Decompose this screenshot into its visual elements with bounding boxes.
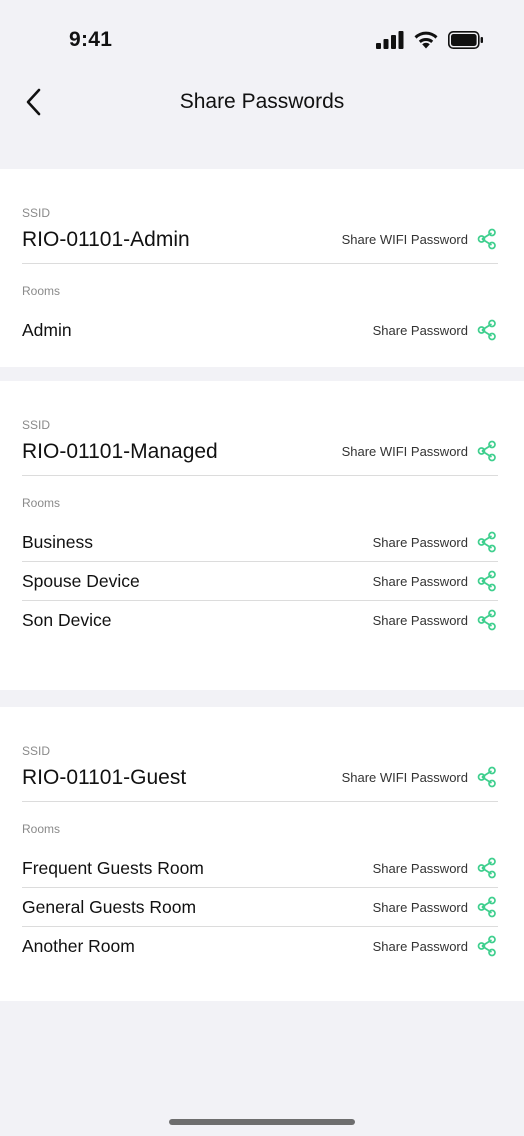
room-name: Business	[22, 532, 94, 552]
nav-bar: Share Passwords	[0, 80, 524, 132]
share-icon	[476, 766, 498, 788]
share-password-button[interactable]: Share Password	[373, 570, 498, 592]
battery-icon	[448, 30, 484, 54]
ssid-label: SSID	[22, 418, 51, 432]
room-row: Son Device Share Password	[0, 601, 524, 639]
share-password-button[interactable]: Share Password	[373, 531, 498, 553]
share-password-button[interactable]: Share Password	[373, 896, 498, 918]
share-wifi-password-button[interactable]: Share WIFI Password	[342, 766, 498, 788]
share-password-label: Share Password	[372, 860, 468, 876]
room-row: Spouse Device Share Password	[0, 562, 524, 600]
share-icon	[476, 609, 498, 631]
share-password-label: Share Password	[372, 899, 468, 915]
share-password-button[interactable]: Share Password	[373, 609, 498, 631]
ssid-name: RIO-01101-Managed	[22, 440, 218, 463]
ssid-label: SSID	[22, 744, 51, 758]
room-name: General Guests Room	[22, 897, 197, 917]
room-row: General Guests Room Share Password	[0, 888, 524, 926]
share-wifi-password-button[interactable]: Share WIFI Password	[342, 440, 498, 462]
room-name: Spouse Device	[22, 571, 140, 591]
room-name: Son Device	[22, 610, 112, 630]
rooms-label: Rooms	[22, 822, 61, 836]
divider	[22, 801, 498, 802]
room-name: Another Room	[22, 936, 135, 956]
share-icon	[476, 440, 498, 462]
rooms-label: Rooms	[22, 284, 61, 298]
share-icon	[476, 896, 498, 918]
status-icons	[376, 30, 484, 54]
network-card-managed: SSID RIO-01101-Managed Share WIFI Passwo…	[0, 381, 524, 690]
share-wifi-password-label: Share WIFI Password	[341, 231, 468, 247]
ssid-name: RIO-01101-Guest	[22, 766, 187, 789]
share-wifi-password-label: Share WIFI Password	[341, 443, 468, 459]
share-icon	[476, 319, 498, 341]
share-password-label: Share Password	[372, 534, 468, 550]
share-icon	[476, 570, 498, 592]
divider	[22, 475, 498, 476]
share-wifi-password-button[interactable]: Share WIFI Password	[342, 228, 498, 250]
share-password-label: Share Password	[372, 322, 468, 338]
share-password-button[interactable]: Share Password	[373, 935, 498, 957]
signal-icon	[376, 30, 404, 54]
wifi-icon	[413, 30, 439, 54]
network-card-admin: SSID RIO-01101-Admin Share WIFI Password…	[0, 169, 524, 367]
share-icon	[476, 935, 498, 957]
page-title: Share Passwords	[179, 90, 345, 113]
share-icon	[476, 857, 498, 879]
share-icon	[476, 531, 498, 553]
ssid-label: SSID	[22, 206, 51, 220]
network-card-guest: SSID RIO-01101-Guest Share WIFI Password…	[0, 707, 524, 1001]
share-password-label: Share Password	[372, 573, 468, 589]
share-password-button[interactable]: Share Password	[373, 319, 498, 341]
share-password-label: Share Password	[372, 612, 468, 628]
share-password-button[interactable]: Share Password	[373, 857, 498, 879]
ssid-name: RIO-01101-Admin	[22, 228, 190, 251]
room-row: Business Share Password	[0, 523, 524, 561]
home-indicator[interactable]	[169, 1119, 355, 1125]
rooms-label: Rooms	[22, 496, 61, 510]
room-row: Frequent Guests Room Share Password	[0, 849, 524, 887]
room-row: Admin Share Password	[0, 311, 524, 349]
share-icon	[476, 228, 498, 250]
room-name: Admin	[22, 320, 72, 340]
share-password-label: Share Password	[372, 938, 468, 954]
status-bar: 9:41	[0, 0, 524, 80]
room-row: Another Room Share Password	[0, 927, 524, 965]
status-time: 9:41	[69, 28, 113, 51]
room-name: Frequent Guests Room	[22, 858, 204, 878]
share-wifi-password-label: Share WIFI Password	[341, 769, 468, 785]
divider	[22, 263, 498, 264]
